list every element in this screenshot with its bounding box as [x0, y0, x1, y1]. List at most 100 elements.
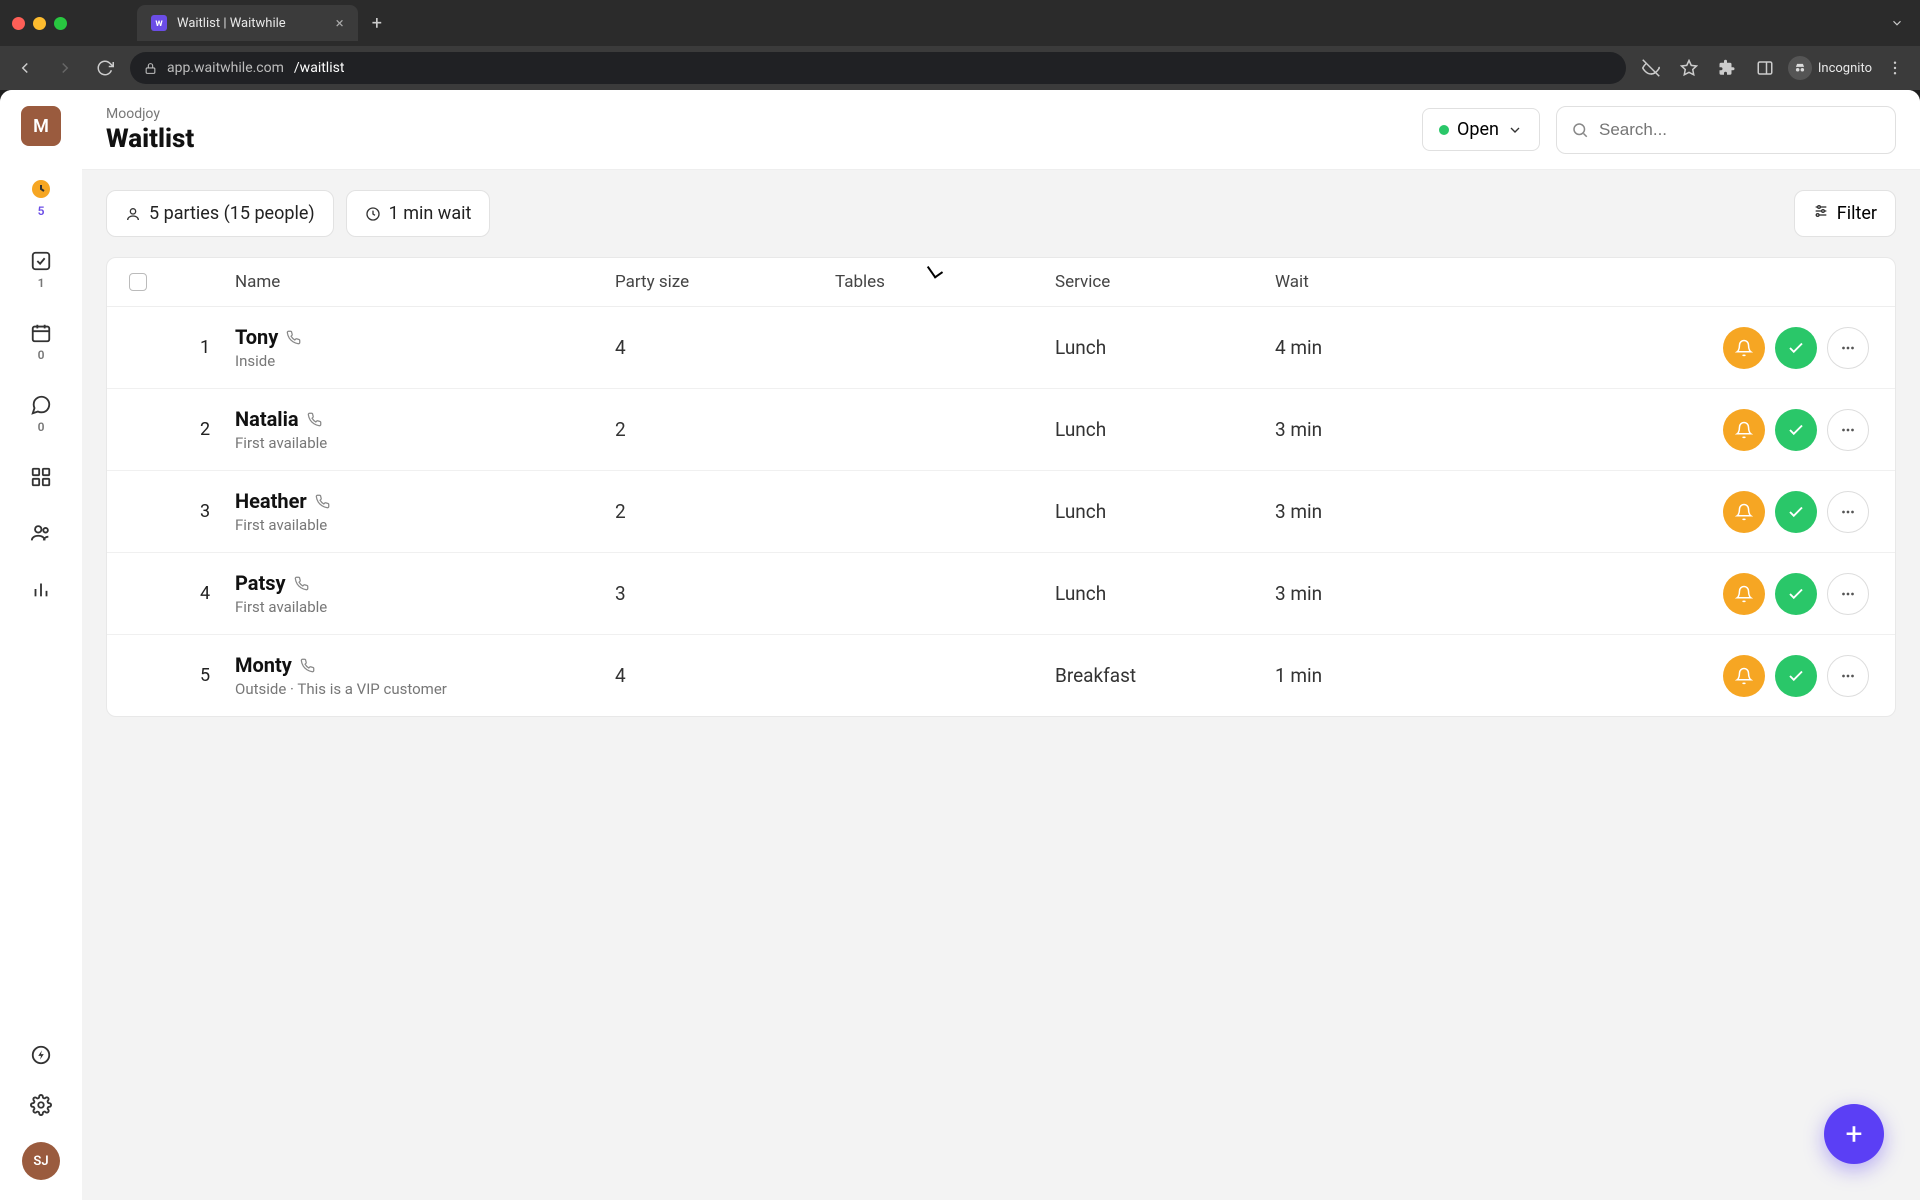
col-wait[interactable]: Wait: [1275, 272, 1535, 292]
chevron-down-icon: [1507, 122, 1523, 138]
tab-close-button[interactable]: ×: [336, 14, 344, 32]
eye-off-icon[interactable]: [1636, 53, 1666, 83]
org-initial: M: [33, 116, 49, 137]
table-row[interactable]: 1 Tony Inside 4 Lunch 4 min: [107, 307, 1895, 389]
party-name: Natalia: [235, 407, 299, 431]
notify-button[interactable]: [1723, 327, 1765, 369]
notify-button[interactable]: [1723, 409, 1765, 451]
new-tab-button[interactable]: +: [372, 13, 382, 34]
sidebar-item-team[interactable]: [28, 520, 54, 546]
check-icon: [1787, 585, 1805, 603]
user-avatar[interactable]: SJ: [22, 1142, 60, 1180]
notify-button[interactable]: [1723, 491, 1765, 533]
calendar-icon: [28, 320, 54, 346]
party-name: Monty: [235, 653, 292, 677]
tab-title: Waitlist | Waitwhile: [177, 16, 286, 31]
filter-button[interactable]: Filter: [1794, 190, 1896, 237]
sidebar-item-served[interactable]: 1: [28, 248, 54, 290]
more-button[interactable]: [1827, 491, 1869, 533]
wait-pill[interactable]: 1 min wait: [346, 190, 491, 237]
sidebar-item-power[interactable]: [28, 1042, 54, 1068]
bell-icon: [1735, 585, 1753, 603]
table-row[interactable]: 2 Natalia First available 2 Lunch 3 min: [107, 389, 1895, 471]
tabs-overflow-button[interactable]: [1890, 16, 1904, 30]
status-dot-icon: [1439, 125, 1449, 135]
filter-label: Filter: [1837, 203, 1877, 224]
browser-menu-button[interactable]: [1880, 53, 1910, 83]
parties-pill[interactable]: 5 parties (15 people): [106, 190, 334, 237]
name-cell: Patsy First available: [235, 571, 615, 616]
serve-button[interactable]: [1775, 573, 1817, 615]
col-tables[interactable]: Tables: [835, 272, 1055, 292]
clock-outline-icon: [365, 206, 381, 222]
sidebar-item-settings[interactable]: [28, 1092, 54, 1118]
col-service[interactable]: Service: [1055, 272, 1275, 292]
sidebar-item-calendar[interactable]: 0: [28, 320, 54, 362]
wait-text: 1 min wait: [389, 203, 472, 224]
party-name: Heather: [235, 489, 307, 513]
window-close-button[interactable]: [12, 17, 25, 30]
party-size: 4: [615, 664, 835, 687]
org-badge[interactable]: M: [21, 106, 61, 146]
more-button[interactable]: [1827, 409, 1869, 451]
party-subtext: First available: [235, 516, 615, 534]
back-button[interactable]: [10, 53, 40, 83]
more-button[interactable]: [1827, 327, 1869, 369]
search-input[interactable]: [1599, 120, 1881, 140]
name-cell: Heather First available: [235, 489, 615, 534]
party-subtext: Outside · This is a VIP customer: [235, 680, 615, 698]
row-actions: [1535, 409, 1887, 451]
search-box[interactable]: [1556, 106, 1896, 154]
window-maximize-button[interactable]: [54, 17, 67, 30]
row-number: 3: [175, 501, 235, 522]
address-bar[interactable]: app.waitwhile.com/waitlist: [130, 52, 1626, 84]
bookmark-star-icon[interactable]: [1674, 53, 1704, 83]
summary-bar: 5 parties (15 people) 1 min wait Filter: [82, 170, 1920, 257]
breadcrumb: Moodjoy: [106, 106, 194, 122]
serve-button[interactable]: [1775, 655, 1817, 697]
serve-button[interactable]: [1775, 491, 1817, 533]
select-all-checkbox[interactable]: [129, 273, 147, 291]
col-name[interactable]: Name: [235, 272, 615, 292]
incognito-indicator[interactable]: Incognito: [1788, 56, 1872, 80]
sidebar-item-waitlist[interactable]: 5: [28, 176, 54, 218]
sidebar-item-analytics[interactable]: [28, 576, 54, 602]
serve-button[interactable]: [1775, 327, 1817, 369]
search-icon: [1571, 121, 1589, 139]
extensions-icon[interactable]: [1712, 53, 1742, 83]
serve-button[interactable]: [1775, 409, 1817, 451]
status-dropdown[interactable]: Open: [1422, 108, 1540, 151]
more-button[interactable]: [1827, 655, 1869, 697]
sidebar-item-messages[interactable]: 0: [28, 392, 54, 434]
chat-icon: [28, 392, 54, 418]
reload-button[interactable]: [90, 53, 120, 83]
parties-text: 5 parties (15 people): [149, 203, 315, 224]
phone-icon: [294, 576, 309, 591]
browser-titlebar: w Waitlist | Waitwhile × +: [0, 0, 1920, 46]
service-cell: Lunch: [1055, 500, 1275, 523]
table-row[interactable]: 5 Monty Outside · This is a VIP customer…: [107, 635, 1895, 716]
row-number: 2: [175, 419, 235, 440]
notify-button[interactable]: [1723, 573, 1765, 615]
panel-icon[interactable]: [1750, 53, 1780, 83]
notify-button[interactable]: [1723, 655, 1765, 697]
sidebar-item-apps[interactable]: [28, 464, 54, 490]
window-controls: [12, 17, 67, 30]
window-minimize-button[interactable]: [33, 17, 46, 30]
sidebar-count: 1: [38, 276, 45, 290]
add-party-fab[interactable]: +: [1824, 1104, 1884, 1164]
table-row[interactable]: 4 Patsy First available 3 Lunch 3 min: [107, 553, 1895, 635]
party-name: Patsy: [235, 571, 286, 595]
sidebar-count: 5: [38, 204, 45, 218]
col-party-size[interactable]: Party size: [615, 272, 835, 292]
party-subtext: First available: [235, 434, 615, 452]
party-size: 2: [615, 500, 835, 523]
bar-chart-icon: [28, 576, 54, 602]
forward-button[interactable]: [50, 53, 80, 83]
check-icon: [1787, 503, 1805, 521]
table-row[interactable]: 3 Heather First available 2 Lunch 3 min: [107, 471, 1895, 553]
more-button[interactable]: [1827, 573, 1869, 615]
favicon-icon: w: [151, 15, 167, 31]
browser-tab-active[interactable]: w Waitlist | Waitwhile ×: [137, 5, 358, 41]
row-number: 1: [175, 337, 235, 358]
